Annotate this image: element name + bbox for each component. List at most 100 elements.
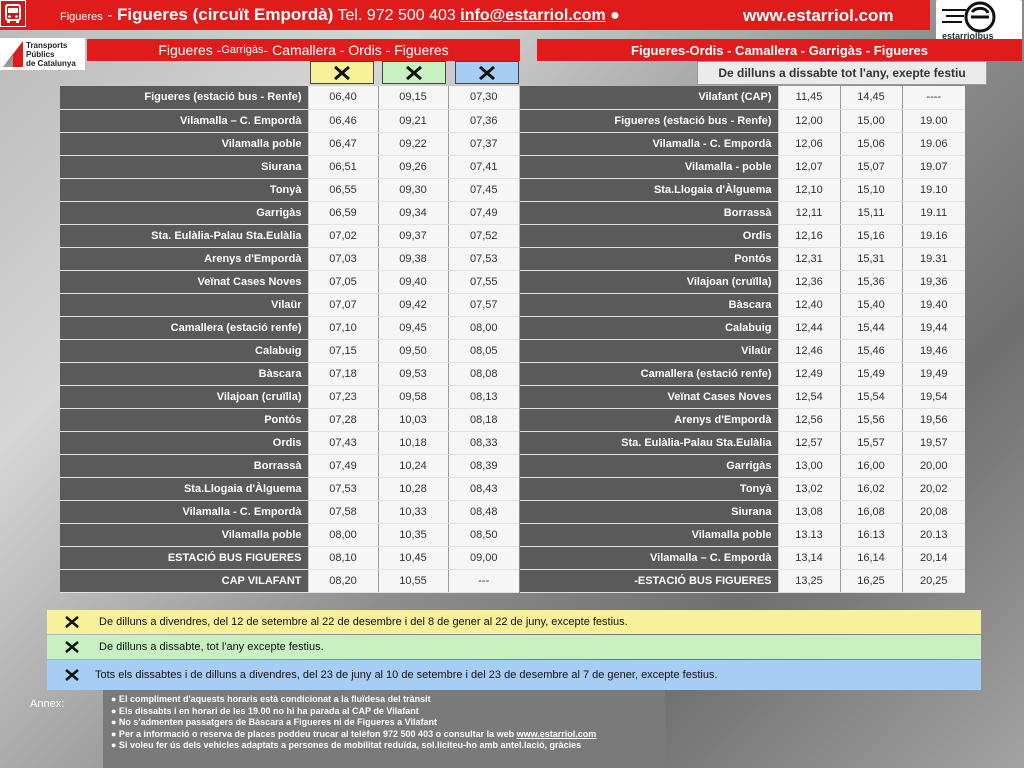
- departure-time: 07,28: [307, 408, 378, 432]
- stop-name: Arenys d'Empordà: [60, 247, 309, 271]
- cross-symbol-icon: [65, 615, 79, 629]
- departure-time: 06,40: [307, 86, 378, 110]
- departure-time: 15,56: [839, 408, 902, 432]
- cross-symbol-icon: [406, 65, 422, 80]
- departure-time: 19,36: [901, 270, 965, 294]
- stop-name: Veïnat Cases Noves: [60, 270, 309, 294]
- annex-info-text: ● Per a informació o reserva de places p…: [111, 728, 517, 739]
- stop-name: Vilamalla - poble: [520, 155, 779, 179]
- outbound-row: Camallera (estació renfe) 07,10 09,45 08,00: [60, 316, 519, 340]
- departure-time: 08,08: [447, 362, 519, 386]
- departure-time: 19,56: [901, 408, 965, 432]
- departure-time: 07,43: [307, 431, 378, 455]
- departure-time: 15,57: [839, 431, 902, 455]
- route-left-c: - Camallera - Ordis - Figueres: [263, 42, 449, 58]
- departure-time: 12,49: [777, 362, 840, 386]
- departure-time: 14,45: [839, 86, 902, 110]
- outbound-row: Sta. Eulàlia-Palau Sta.Eulàlia 07,02 09,37…: [60, 224, 519, 248]
- outbound-row: Arenys d'Empordà 07,03 09,38 07,53: [60, 247, 519, 271]
- departure-time: 12,31: [777, 247, 840, 271]
- outbound-timetable: Figueres (estació bus - Renfe) 06,40 09,15…: [60, 86, 519, 593]
- stop-name: Vilamalla - C. Empordà: [520, 132, 779, 156]
- departure-time: 12,56: [777, 408, 840, 432]
- legend-row-green: De dilluns a dissabte, tot l'any excepte…: [47, 635, 981, 659]
- departure-time: 07,07: [307, 293, 378, 317]
- departure-time: 13,02: [777, 477, 840, 501]
- outbound-row: Vilamalla poble 08,00 10,35 08,50: [60, 523, 519, 547]
- departure-time: 07,18: [307, 362, 378, 386]
- departure-time: 12,54: [777, 385, 840, 409]
- stop-name: Vilaür: [520, 339, 779, 363]
- outbound-row: Veïnat Cases Noves 07,05 09,40 07,55: [60, 270, 519, 294]
- route-left-b: Garrigàs: [221, 44, 264, 56]
- website-link[interactable]: www.estarriol.com: [743, 6, 894, 26]
- departure-time: 16,02: [839, 477, 902, 501]
- departure-time: 09,40: [377, 270, 448, 294]
- departure-time: 09,30: [377, 178, 448, 202]
- stop-name: Tonyà: [520, 477, 779, 501]
- departure-time: 07,23: [307, 385, 378, 409]
- departure-time: 10,24: [377, 454, 448, 478]
- stop-name: Camallera (estació renfe): [520, 362, 779, 386]
- annex-website-link[interactable]: www.estarriol.com: [517, 729, 597, 739]
- bus-icon: [0, 0, 26, 27]
- legend-row-yellow: De dilluns a divendres, del 12 de setemb…: [47, 610, 981, 634]
- departure-time: 12,57: [777, 431, 840, 455]
- annex-label: Annex:: [30, 698, 65, 710]
- departure-time: 12,40: [777, 293, 840, 317]
- logo-line-1: Transports: [26, 41, 68, 50]
- legend-text: De dilluns a divendres, del 12 de setemb…: [99, 616, 628, 628]
- inbound-row: Vilamalla – C. Empordà 13,14 16,14 20,14: [520, 546, 965, 570]
- outbound-row: Ordis 07,43 10,18 08,33: [60, 431, 519, 455]
- stop-name: Figueres (estació bus - Renfe): [520, 109, 779, 133]
- logo-line-2: Públics: [26, 50, 55, 59]
- email-link[interactable]: info@estarriol.com: [460, 7, 605, 24]
- departure-time: 07,36: [447, 109, 519, 133]
- departure-time: 11,45: [777, 86, 840, 110]
- departure-time: 09,37: [377, 224, 448, 248]
- stop-name: Sta. Eulàlia-Palau Sta.Eulàlia: [60, 224, 309, 248]
- outbound-row: Garrigàs 06,59 09,34 07,49: [60, 201, 519, 225]
- departure-time: 15,31: [839, 247, 902, 271]
- outbound-row: CAP VILAFANT 08,20 10,55 ---: [60, 569, 519, 593]
- header-route-name: Figueres (circuït Empordà): [117, 5, 334, 24]
- inbound-row: Tonyà 13,02 16,02 20,02: [520, 477, 965, 501]
- outbound-row: Sta.Llogaia d'Àlguema 07,53 10,28 08,43: [60, 477, 519, 501]
- departure-time: 08,33: [447, 431, 519, 455]
- inbound-row: Ordis 12,16 15,16 19.16: [520, 224, 965, 248]
- departure-time: 07,10: [307, 316, 378, 340]
- schedule-symbol-blue: [455, 61, 519, 84]
- header-phone: Tel. 972 500 403: [333, 7, 461, 24]
- inbound-row: Arenys d'Empordà 12,56 15,56 19,56: [520, 408, 965, 432]
- stop-name: Vilamalla poble: [60, 523, 309, 547]
- stop-name: Pontós: [520, 247, 779, 271]
- departure-time: 09,21: [377, 109, 448, 133]
- inbound-row: Camallera (estació renfe) 12,49 15,49 19,49: [520, 362, 965, 386]
- stop-name: Vilamalla - C. Empordà: [60, 500, 309, 524]
- departure-time: 06,46: [307, 109, 378, 133]
- departure-time: 20.13: [901, 523, 965, 547]
- stop-name: Arenys d'Empordà: [520, 408, 779, 432]
- stop-name: Borrassà: [520, 201, 779, 225]
- outbound-row: Bàscara 07,18 09,53 08,08: [60, 362, 519, 386]
- days-note: De dilluns a dissabte tot l'any, exepte …: [697, 61, 987, 85]
- departure-time: 07,02: [307, 224, 378, 248]
- outbound-row: ESTACIÓ BUS FIGUERES 08,10 10,45 09,00: [60, 546, 519, 570]
- departure-time: 09,26: [377, 155, 448, 179]
- header-prefix: Figueres: [60, 11, 103, 23]
- departure-time: 15,54: [839, 385, 902, 409]
- inbound-row: Pontós 12,31 15,31 19.31: [520, 247, 965, 271]
- inbound-row: -ESTACIÓ BUS FIGUERES 13,25 16,25 20,25: [520, 569, 965, 593]
- departure-time: 19,54: [901, 385, 965, 409]
- departure-time: 09,34: [377, 201, 448, 225]
- inbound-row: Garrigàs 13,00 16,00 20,00: [520, 454, 965, 478]
- transports-publics-logo: Transports Públics de Catalunya: [0, 38, 85, 70]
- stop-name: -ESTACIÓ BUS FIGUERES: [520, 569, 779, 593]
- departure-time: 12,10: [777, 178, 840, 202]
- stop-name: Sta.Llogaia d'Àlguema: [520, 178, 779, 202]
- departure-time: 15,49: [839, 362, 902, 386]
- stop-name: Garrigàs: [520, 454, 779, 478]
- departure-time: 09,42: [377, 293, 448, 317]
- departure-time: 07,49: [307, 454, 378, 478]
- departure-time: 19.40: [901, 293, 965, 317]
